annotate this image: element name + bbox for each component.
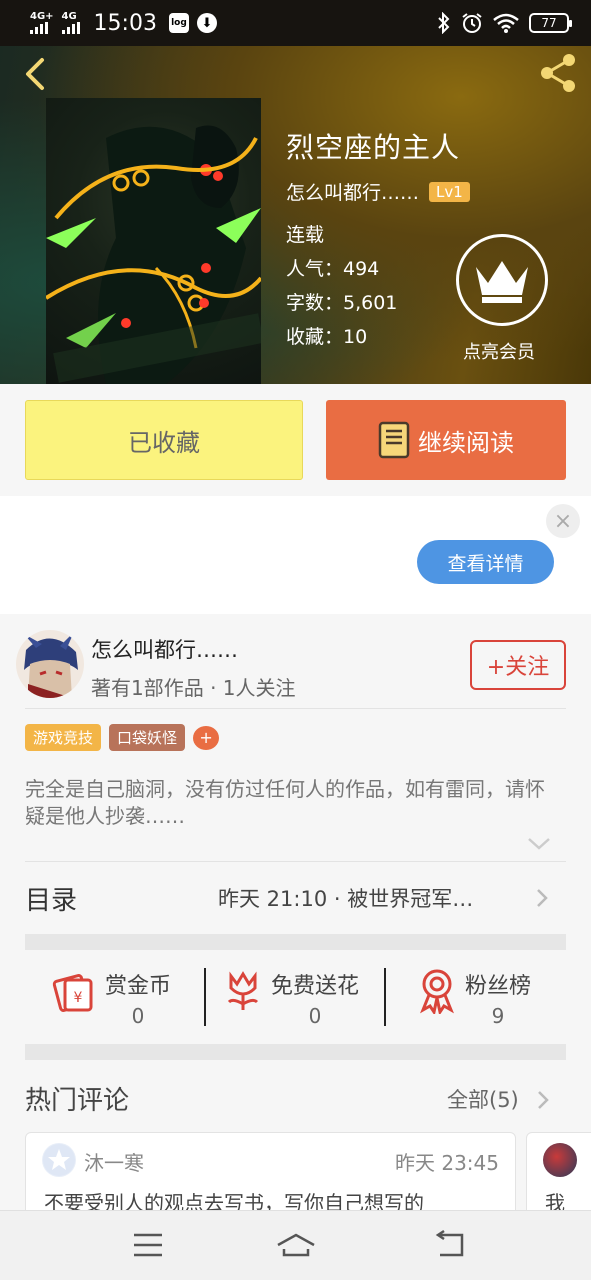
hot-comments-title: 热门评论 <box>25 1086 130 1116</box>
author-meta: 著有1部作品 · 1人关注 <box>91 676 296 700</box>
share-icon[interactable] <box>535 50 581 96</box>
download-notification-icon: ⬇ <box>196 13 217 33</box>
comment-time: 昨天 23:45 <box>395 1151 499 1175</box>
home-icon[interactable] <box>276 1227 316 1263</box>
crown-icon <box>476 261 528 303</box>
system-nav-bar <box>0 1210 591 1280</box>
tag-game[interactable]: 游戏竞技 <box>25 724 102 751</box>
book-cover-image[interactable] <box>46 98 261 384</box>
add-tag-button[interactable]: + <box>193 725 220 750</box>
author-name[interactable]: 怎么叫都行…… <box>91 634 238 664</box>
stats-row: ¥ 赏金币 0 免费送花 0 粉丝榜 9 <box>25 950 566 1044</box>
default-avatar-icon <box>42 1143 76 1177</box>
ad-banner: × 查看详情 <box>0 496 591 614</box>
menu-icon[interactable] <box>128 1227 168 1263</box>
cellular-signal-icon: 4G+ <box>30 12 54 34</box>
status-bar: 4G+ 4G 15:03 log ⬇ 77 <box>0 0 591 46</box>
chevron-right-icon[interactable] <box>536 1089 550 1111</box>
favorites-count: 收藏：10 <box>286 326 368 348</box>
serial-status: 连载 <box>286 224 325 246</box>
back-nav-icon[interactable] <box>430 1227 470 1263</box>
back-arrow-icon[interactable] <box>18 54 58 94</box>
divider <box>204 968 206 1026</box>
all-comments-link[interactable]: 全部(5) <box>447 1084 519 1114</box>
avatar <box>543 1143 577 1177</box>
chevron-right-icon <box>537 889 548 907</box>
cellular-signal-icon: 4G <box>61 12 80 34</box>
alarm-icon <box>462 13 482 33</box>
divider <box>25 708 566 709</box>
battery-icon: 77 <box>529 13 572 33</box>
avatar[interactable] <box>16 630 84 698</box>
vip-crown-button[interactable] <box>456 234 548 326</box>
book-description: 完全是自己脑洞，没有仿过任何人的作品，如有雷同，请怀疑是他人抄袭…… <box>25 777 545 828</box>
word-count: 字数：5,601 <box>286 292 398 314</box>
header-author-name[interactable]: 怎么叫都行…… <box>286 178 419 205</box>
tag-pokemon[interactable]: 口袋妖怪 <box>109 724 186 751</box>
catalog-title: 目录 <box>25 885 78 916</box>
chevron-down-icon[interactable] <box>526 834 552 854</box>
book-title: 烈空座的主人 <box>286 131 461 164</box>
log-notification-icon: log <box>168 13 189 33</box>
book-header: 烈空座的主人 怎么叫都行…… Lv1 连载 人气：494 字数：5,601 收藏… <box>0 46 591 384</box>
popularity-count: 人气：494 <box>286 258 380 280</box>
reward-coins-stat[interactable]: ¥ 赏金币 0 <box>51 968 171 1028</box>
book-icon <box>378 421 410 459</box>
vip-label[interactable]: 点亮会员 <box>463 338 535 364</box>
bluetooth-icon <box>438 12 450 34</box>
wifi-icon <box>493 13 519 33</box>
section-separator <box>25 934 566 950</box>
level-badge: Lv1 <box>429 181 470 202</box>
view-details-button[interactable]: 查看详情 <box>417 540 554 584</box>
free-flower-stat[interactable]: 免费送花 0 <box>223 968 359 1028</box>
section-separator <box>25 1044 566 1060</box>
clock: 15:03 <box>93 10 157 36</box>
close-ad-icon[interactable]: × <box>546 504 580 538</box>
catalog-row[interactable]: 目录 昨天 21:10 · 被世界冠军… <box>25 862 566 934</box>
favorited-button[interactable]: 已收藏 <box>25 400 303 480</box>
svg-text:¥: ¥ <box>74 990 83 1006</box>
latest-chapter: 昨天 21:10 · 被世界冠军… <box>218 887 474 911</box>
flower-icon <box>227 971 259 1010</box>
ribbon-medal-icon <box>420 969 454 1014</box>
divider <box>384 968 386 1026</box>
fan-ranking-stat[interactable]: 粉丝榜 9 <box>417 968 531 1028</box>
follow-button[interactable]: +关注 <box>470 640 566 690</box>
continue-reading-button[interactable]: 继续阅读 <box>326 400 566 480</box>
comment-user[interactable]: 沐一寒 <box>84 1147 144 1176</box>
red-envelope-icon: ¥ <box>52 974 93 1012</box>
